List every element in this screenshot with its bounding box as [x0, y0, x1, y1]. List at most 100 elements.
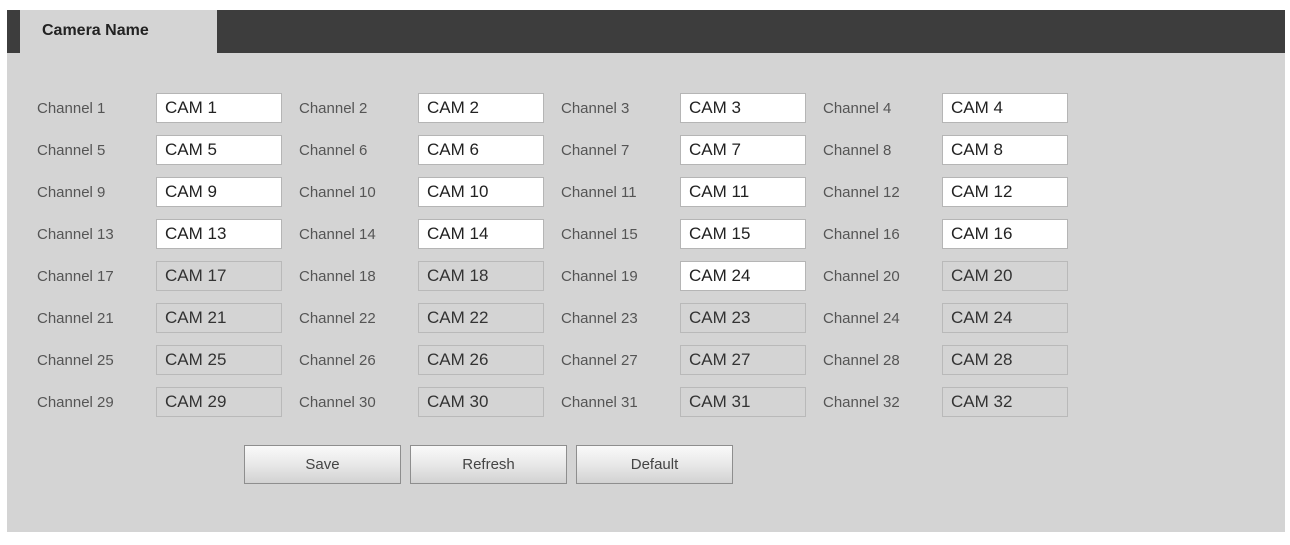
channel-26-name-input — [418, 345, 544, 375]
channel-19-name-input[interactable] — [680, 261, 806, 291]
channel-18-cell: Channel 18 — [299, 261, 561, 291]
channel-24-cell: Channel 24 — [823, 303, 1085, 333]
channel-4-name-input[interactable] — [942, 93, 1068, 123]
channel-4-label: Channel 4 — [823, 99, 892, 117]
channel-31-label: Channel 31 — [561, 393, 638, 411]
channel-27-label: Channel 27 — [561, 351, 638, 369]
channel-7-label: Channel 7 — [561, 141, 630, 159]
channel-13-name-input[interactable] — [156, 219, 282, 249]
channel-7-cell: Channel 7 — [561, 135, 823, 165]
channel-19-cell: Channel 19 — [561, 261, 823, 291]
channel-6-cell: Channel 6 — [299, 135, 561, 165]
channel-25-label: Channel 25 — [37, 351, 114, 369]
channel-10-label: Channel 10 — [299, 183, 376, 201]
channel-16-name-input[interactable] — [942, 219, 1068, 249]
tab-bar: Camera Name — [7, 10, 1285, 53]
channel-14-name-input[interactable] — [418, 219, 544, 249]
channel-3-cell: Channel 3 — [561, 93, 823, 123]
channel-5-name-input[interactable] — [156, 135, 282, 165]
channel-2-cell: Channel 2 — [299, 93, 561, 123]
channel-23-name-input — [680, 303, 806, 333]
channel-15-name-input[interactable] — [680, 219, 806, 249]
channel-26-cell: Channel 26 — [299, 345, 561, 375]
channel-31-name-input — [680, 387, 806, 417]
channel-row: Channel 1 Channel 2 Channel 3 Channel 4 — [37, 87, 1085, 129]
channel-20-cell: Channel 20 — [823, 261, 1085, 291]
channel-11-cell: Channel 11 — [561, 177, 823, 207]
channel-17-label: Channel 17 — [37, 267, 114, 285]
channel-20-label: Channel 20 — [823, 267, 900, 285]
channel-13-label: Channel 13 — [37, 225, 114, 243]
channel-1-name-input[interactable] — [156, 93, 282, 123]
channel-18-name-input — [418, 261, 544, 291]
channel-row: Channel 9 Channel 10 Channel 11 Channel 12 — [37, 171, 1085, 213]
channel-23-label: Channel 23 — [561, 309, 638, 327]
channel-10-name-input[interactable] — [418, 177, 544, 207]
channel-14-label: Channel 14 — [299, 225, 376, 243]
channel-11-label: Channel 11 — [561, 183, 637, 201]
channel-16-cell: Channel 16 — [823, 219, 1085, 249]
channel-23-cell: Channel 23 — [561, 303, 823, 333]
channel-1-label: Channel 1 — [37, 99, 106, 117]
channel-22-label: Channel 22 — [299, 309, 376, 327]
channel-30-cell: Channel 30 — [299, 387, 561, 417]
channel-12-label: Channel 12 — [823, 183, 900, 201]
channel-22-name-input — [418, 303, 544, 333]
channel-row: Channel 25 Channel 26 Channel 27 Channel 28 — [37, 339, 1085, 381]
channel-row: Channel 21 Channel 22 Channel 23 Channel 24 — [37, 297, 1085, 339]
save-button[interactable]: Save — [244, 445, 401, 484]
default-button[interactable]: Default — [576, 445, 733, 484]
channel-2-label: Channel 2 — [299, 99, 368, 117]
channel-11-name-input[interactable] — [680, 177, 806, 207]
channel-3-label: Channel 3 — [561, 99, 630, 117]
channel-22-cell: Channel 22 — [299, 303, 561, 333]
channel-25-cell: Channel 25 — [37, 345, 299, 375]
channel-16-label: Channel 16 — [823, 225, 900, 243]
button-bar: Save Refresh Default — [244, 445, 733, 484]
channel-1-cell: Channel 1 — [37, 93, 299, 123]
channel-19-label: Channel 19 — [561, 267, 638, 285]
channel-5-cell: Channel 5 — [37, 135, 299, 165]
channel-24-label: Channel 24 — [823, 309, 900, 327]
camera-name-panel: Camera Name Channel 1Channel 2Channel 3C… — [7, 10, 1285, 532]
channel-26-label: Channel 26 — [299, 351, 376, 369]
channel-7-name-input[interactable] — [680, 135, 806, 165]
channel-28-cell: Channel 28 — [823, 345, 1085, 375]
channel-32-name-input — [942, 387, 1068, 417]
channel-25-name-input — [156, 345, 282, 375]
channel-14-cell: Channel 14 — [299, 219, 561, 249]
channel-9-cell: Channel 9 — [37, 177, 299, 207]
channel-15-label: Channel 15 — [561, 225, 638, 243]
channel-8-name-input[interactable] — [942, 135, 1068, 165]
channel-13-cell: Channel 13 — [37, 219, 299, 249]
channel-9-label: Channel 9 — [37, 183, 106, 201]
channel-5-label: Channel 5 — [37, 141, 106, 159]
channel-32-cell: Channel 32 — [823, 387, 1085, 417]
channel-12-cell: Channel 12 — [823, 177, 1085, 207]
channel-12-name-input[interactable] — [942, 177, 1068, 207]
channel-29-cell: Channel 29 — [37, 387, 299, 417]
channel-20-name-input — [942, 261, 1068, 291]
channel-6-label: Channel 6 — [299, 141, 368, 159]
channel-8-cell: Channel 8 — [823, 135, 1085, 165]
channel-3-name-input[interactable] — [680, 93, 806, 123]
channel-row: Channel 17 Channel 18 Channel 19 Channel 20 — [37, 255, 1085, 297]
channel-row: Channel 29 Channel 30 Channel 31 Channel 32 — [37, 381, 1085, 423]
tab-camera-name[interactable]: Camera Name — [20, 10, 217, 53]
channel-28-label: Channel 28 — [823, 351, 900, 369]
channel-17-cell: Channel 17 — [37, 261, 299, 291]
channel-9-name-input[interactable] — [156, 177, 282, 207]
channel-17-name-input — [156, 261, 282, 291]
channel-6-name-input[interactable] — [418, 135, 544, 165]
channel-28-name-input — [942, 345, 1068, 375]
refresh-button[interactable]: Refresh — [410, 445, 567, 484]
channel-grid: Channel 1Channel 2Channel 3Channel 4Chan… — [37, 87, 1085, 423]
channel-4-cell: Channel 4 — [823, 93, 1085, 123]
channel-31-cell: Channel 31 — [561, 387, 823, 417]
channel-2-name-input[interactable] — [418, 93, 544, 123]
channel-row: Channel 5 Channel 6 Channel 7 Channel 8 — [37, 129, 1085, 171]
channel-29-name-input — [156, 387, 282, 417]
channel-21-label: Channel 21 — [37, 309, 114, 327]
channel-10-cell: Channel 10 — [299, 177, 561, 207]
channel-29-label: Channel 29 — [37, 393, 114, 411]
